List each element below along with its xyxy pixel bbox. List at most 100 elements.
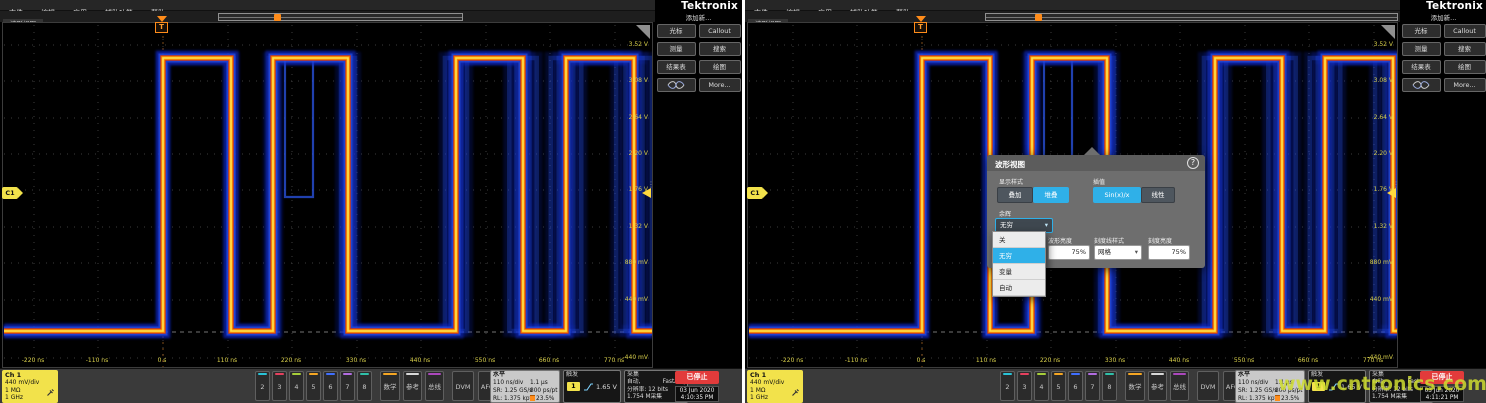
watermark: www.cntronics.com: [1278, 373, 1478, 395]
horizontal-position-slider[interactable]: [218, 13, 463, 21]
waveform-display[interactable]: [2, 22, 653, 368]
side-button-光标[interactable]: 光标: [1402, 24, 1441, 38]
dialog-title: 波形视图: [995, 159, 1025, 170]
side-button-Callout[interactable]: Callout: [699, 24, 741, 38]
side-button-绘图[interactable]: 绘图: [699, 60, 741, 74]
channel-3-button[interactable]: 3: [1017, 371, 1032, 401]
channel-buttons: 2345678数学参考总线DVMAFG: [1000, 371, 1242, 401]
plots-icon-button[interactable]: [1402, 78, 1441, 92]
trigger-level-marker[interactable]: [1387, 188, 1396, 198]
menu-bar: 文件编辑应用辅助功能帮助: [0, 0, 742, 11]
side-button-绘图[interactable]: 绘图: [1444, 60, 1486, 74]
probe-icon: [46, 388, 55, 397]
trigger-panel[interactable]: 触发 1 1.65 V: [563, 370, 621, 403]
channel1-badge[interactable]: Ch 1 440 mV/div 1 MΩ 1 GHz: [2, 370, 58, 403]
battery-icon: [530, 395, 535, 401]
dropdown-item-关[interactable]: 关: [993, 232, 1045, 248]
trigger-position-indicator[interactable]: [274, 14, 281, 21]
dropdown-item-自动[interactable]: 自动: [993, 280, 1045, 296]
trigger-time-marker[interactable]: T: [913, 16, 928, 33]
button-label: 总线: [428, 383, 441, 391]
channel-8-button[interactable]: 8: [1102, 371, 1117, 401]
time-label: 550 ns: [1222, 357, 1266, 364]
ref-button[interactable]: 参考: [1148, 371, 1167, 401]
panel-button-grid: 光标Callout测量搜索结果表绘图 More...: [655, 24, 742, 92]
side-button-More...[interactable]: More...: [699, 78, 741, 92]
trigger-time-marker[interactable]: T: [154, 16, 169, 33]
button-label: 5: [311, 383, 315, 391]
bus-button[interactable]: 总线: [425, 371, 444, 401]
time-label: 770 ns: [592, 357, 636, 364]
linear-button[interactable]: 线性: [1141, 187, 1175, 203]
date-text: 03 Jun 2020: [676, 388, 718, 395]
help-icon[interactable]: ?: [1187, 157, 1199, 169]
horizontal-row: RL: 1.375 kpts23.5%: [1236, 395, 1304, 403]
channel-8-button[interactable]: 8: [357, 371, 372, 401]
channel-5-button[interactable]: 5: [306, 371, 321, 401]
horizontal-position-slider[interactable]: [985, 13, 1398, 21]
channel-2-button[interactable]: 2: [1000, 371, 1015, 401]
voltage-label: 2.64 V: [608, 114, 648, 121]
channel-5-button[interactable]: 5: [1051, 371, 1066, 401]
side-button-More...[interactable]: More...: [1444, 78, 1486, 92]
button-label: 数学: [384, 383, 397, 391]
graticule-style-dropdown[interactable]: 网格▾: [1094, 245, 1142, 260]
horizontal-panel[interactable]: 水平 110 ns/div1.1 μsSR: 1.25 GS/s800 ps/p…: [490, 370, 560, 403]
side-button-结果表[interactable]: 结果表: [657, 60, 696, 74]
side-button-搜索[interactable]: 搜索: [699, 42, 741, 56]
channel-color-strip: [326, 373, 335, 375]
side-button-结果表[interactable]: 结果表: [1402, 60, 1441, 74]
channel-7-button[interactable]: 7: [1085, 371, 1100, 401]
channel-6-button[interactable]: 6: [323, 371, 338, 401]
horizontal-value: SR: 1.25 GS/s: [493, 387, 530, 395]
channel-4-button[interactable]: 4: [1034, 371, 1049, 401]
side-button-搜索[interactable]: 搜索: [1444, 42, 1486, 56]
eye-diagram-icon: [1412, 80, 1430, 90]
channel-6-button[interactable]: 6: [1068, 371, 1083, 401]
graticule-intensity-field[interactable]: 75%: [1148, 245, 1190, 260]
channel-7-button[interactable]: 7: [340, 371, 355, 401]
channel1-position-marker[interactable]: C1: [2, 187, 18, 199]
math-button[interactable]: 数学: [380, 371, 400, 401]
status-bar: Ch 1 440 mV/div 1 MΩ 1 GHz 2345678 数学参考总线…: [0, 368, 742, 403]
plot-corner-handle[interactable]: [1381, 25, 1395, 39]
sinx-button[interactable]: Sin(x)/x: [1093, 187, 1141, 203]
bus-button[interactable]: 总线: [1170, 371, 1189, 401]
dialog-callout-arrow: [1084, 147, 1100, 155]
side-button-光标[interactable]: 光标: [657, 24, 696, 38]
dvm-button[interactable]: DVM: [452, 371, 474, 401]
channel-4-button[interactable]: 4: [289, 371, 304, 401]
channel-3-button[interactable]: 3: [272, 371, 287, 401]
stopped-button[interactable]: 已停止: [675, 371, 719, 384]
horizontal-value: 800 ps/pt: [530, 387, 558, 395]
graticule-intensity-label: 刻度亮度: [1148, 236, 1172, 245]
overlay-button[interactable]: 叠加: [997, 187, 1033, 203]
dvm-button[interactable]: DVM: [1197, 371, 1219, 401]
channel1-name: Ch 1: [5, 371, 55, 379]
channel-color-strip: [1037, 373, 1046, 375]
channel1-badge[interactable]: Ch 1 440 mV/div 1 MΩ 1 GHz: [747, 370, 803, 403]
side-button-测量[interactable]: 测量: [1402, 42, 1441, 56]
channel-color-strip: [343, 373, 352, 375]
dropdown-item-无穷[interactable]: 无穷: [993, 248, 1045, 264]
stacked-button[interactable]: 堆叠: [1033, 187, 1069, 203]
channel1-position-marker[interactable]: C1: [747, 187, 763, 199]
plot-corner-handle[interactable]: [636, 25, 650, 39]
channel-2-button[interactable]: 2: [255, 371, 270, 401]
time-text: 4:11:21 PM: [1421, 395, 1463, 402]
trigger-level-marker[interactable]: [642, 188, 651, 198]
horizontal-value: 23.5%: [530, 395, 554, 403]
time-label: -110 ns: [75, 357, 119, 364]
channel-color-strip: [1071, 373, 1080, 375]
voltage-label: 880 mV: [608, 259, 648, 266]
plots-icon-button[interactable]: [657, 78, 696, 92]
ref-button[interactable]: 参考: [403, 371, 422, 401]
trigger-position-indicator[interactable]: [1035, 14, 1042, 21]
channel-color-strip: [383, 373, 397, 375]
side-button-Callout[interactable]: Callout: [1444, 24, 1486, 38]
side-button-测量[interactable]: 测量: [657, 42, 696, 56]
dropdown-item-变量[interactable]: 变量: [993, 264, 1045, 280]
persistence-label: 余辉: [999, 209, 1011, 218]
math-button[interactable]: 数学: [1125, 371, 1145, 401]
waveform-intensity-field[interactable]: 75%: [1048, 245, 1090, 260]
